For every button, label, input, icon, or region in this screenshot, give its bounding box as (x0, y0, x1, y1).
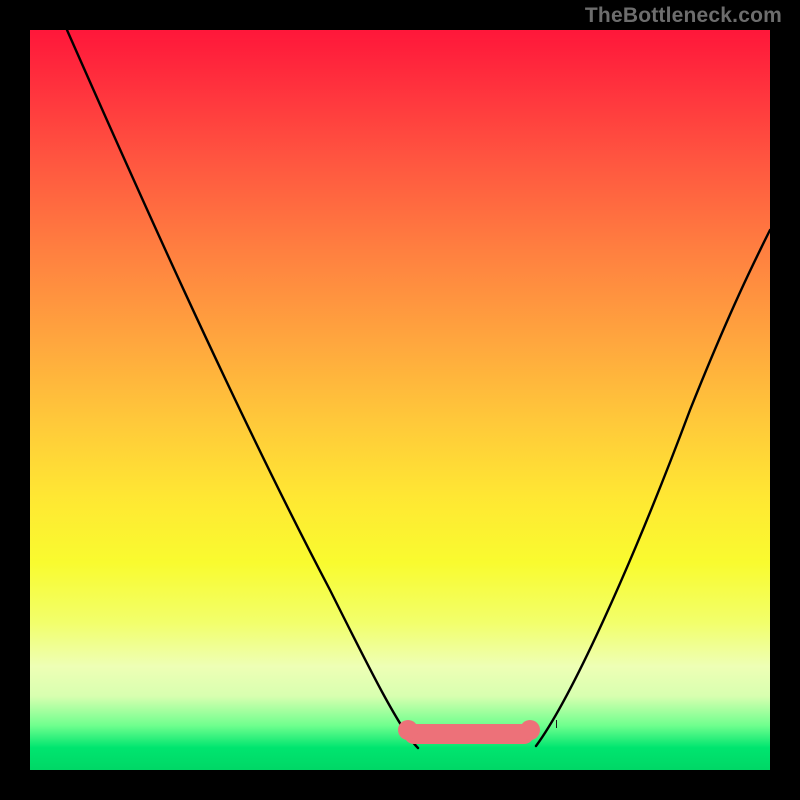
curve-right-branch (536, 230, 770, 746)
curve-left-branch (67, 30, 418, 748)
watermark-text: TheBottleneck.com (585, 4, 782, 28)
chart-frame: TheBottleneck.com (0, 0, 800, 800)
minimum-well-marker (404, 724, 534, 744)
axis-tick (556, 720, 557, 728)
plot-area (30, 30, 770, 770)
bottleneck-curve (30, 30, 770, 770)
